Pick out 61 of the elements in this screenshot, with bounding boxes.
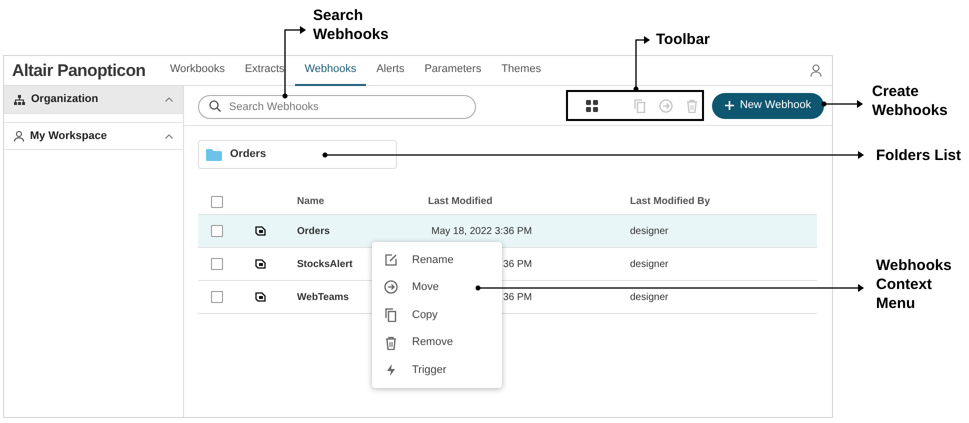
checkbox[interactable]	[211, 258, 223, 270]
menu-item[interactable]: Remove	[372, 328, 502, 356]
user-icon	[14, 130, 24, 142]
copy-icon	[384, 308, 398, 322]
table-cell: Orders	[297, 226, 330, 236]
callout-label: Webhooks Context Menu	[876, 256, 953, 313]
grid-icon	[586, 100, 598, 112]
folder-card[interactable]: Orders	[198, 140, 397, 169]
lightning-icon	[384, 363, 398, 378]
user-button[interactable]	[810, 64, 822, 77]
user-icon	[810, 64, 822, 77]
menu-item[interactable]: Trigger	[372, 356, 502, 384]
table-cell: WebTeams	[297, 292, 349, 302]
callout-label: Folders List	[876, 146, 962, 165]
search-field[interactable]: Search Webhooks	[198, 94, 476, 118]
sidebar-item[interactable]: Organization	[4, 86, 183, 114]
nav-tab[interactable]: Webhooks	[294, 56, 366, 86]
new-webhook-button[interactable]: New Webhook	[712, 92, 824, 118]
brand-name: Altair Panopticon	[11, 60, 147, 82]
sidebar-item[interactable]: My Workspace	[4, 122, 183, 150]
trash-icon	[384, 336, 398, 350]
chevron-up-icon	[165, 134, 173, 138]
webhook-icon	[255, 259, 267, 269]
nav-tab[interactable]: Parameters	[414, 56, 492, 86]
leader-line	[634, 36, 650, 92]
table-cell: designer	[630, 292, 668, 302]
callout-label: Create Webhooks	[872, 82, 949, 120]
menu-item[interactable]: Rename	[372, 246, 502, 274]
table-cell: 36 PM	[503, 258, 532, 270]
webhook-icon	[255, 226, 267, 236]
table-cell: May 18, 2022 3:36 PM	[431, 226, 532, 236]
column-header[interactable]: Name	[297, 196, 324, 207]
arrow-circle-icon	[659, 98, 673, 112]
checkbox[interactable]	[211, 196, 223, 208]
callout-label: Search Webhooks	[313, 6, 390, 44]
table-cell: 36 PM	[503, 292, 532, 302]
arrow-circle-icon	[384, 280, 398, 294]
search-icon	[209, 100, 221, 112]
leader-line	[822, 100, 863, 108]
column-header[interactable]: Last Modified By	[630, 196, 710, 207]
nav-tab[interactable]: Workbooks	[160, 56, 235, 86]
webhook-icon	[255, 292, 267, 302]
toolbar-button[interactable]	[585, 98, 599, 112]
nav-tab[interactable]: Themes	[491, 56, 552, 86]
chevron-up-icon	[165, 97, 173, 102]
hierarchy-icon	[14, 94, 25, 104]
callout-label: Toolbar	[656, 30, 711, 49]
plus-icon	[724, 101, 734, 110]
edit-icon	[384, 252, 398, 267]
nav-tab[interactable]: Alerts	[366, 56, 414, 86]
table-row[interactable]: Orders May 18, 2022 3:36 PM designer	[198, 215, 817, 248]
checkbox[interactable]	[211, 225, 223, 237]
folder-icon	[206, 148, 222, 160]
table-cell: designer	[630, 226, 668, 236]
copy-icon	[633, 98, 647, 112]
table-cell: StocksAlert	[297, 258, 353, 270]
checkbox[interactable]	[211, 291, 223, 303]
nav-tab[interactable]: Extracts	[234, 56, 295, 86]
table-cell: designer	[630, 258, 668, 270]
trash-icon	[685, 98, 699, 112]
column-header[interactable]: Last Modified	[428, 196, 492, 207]
